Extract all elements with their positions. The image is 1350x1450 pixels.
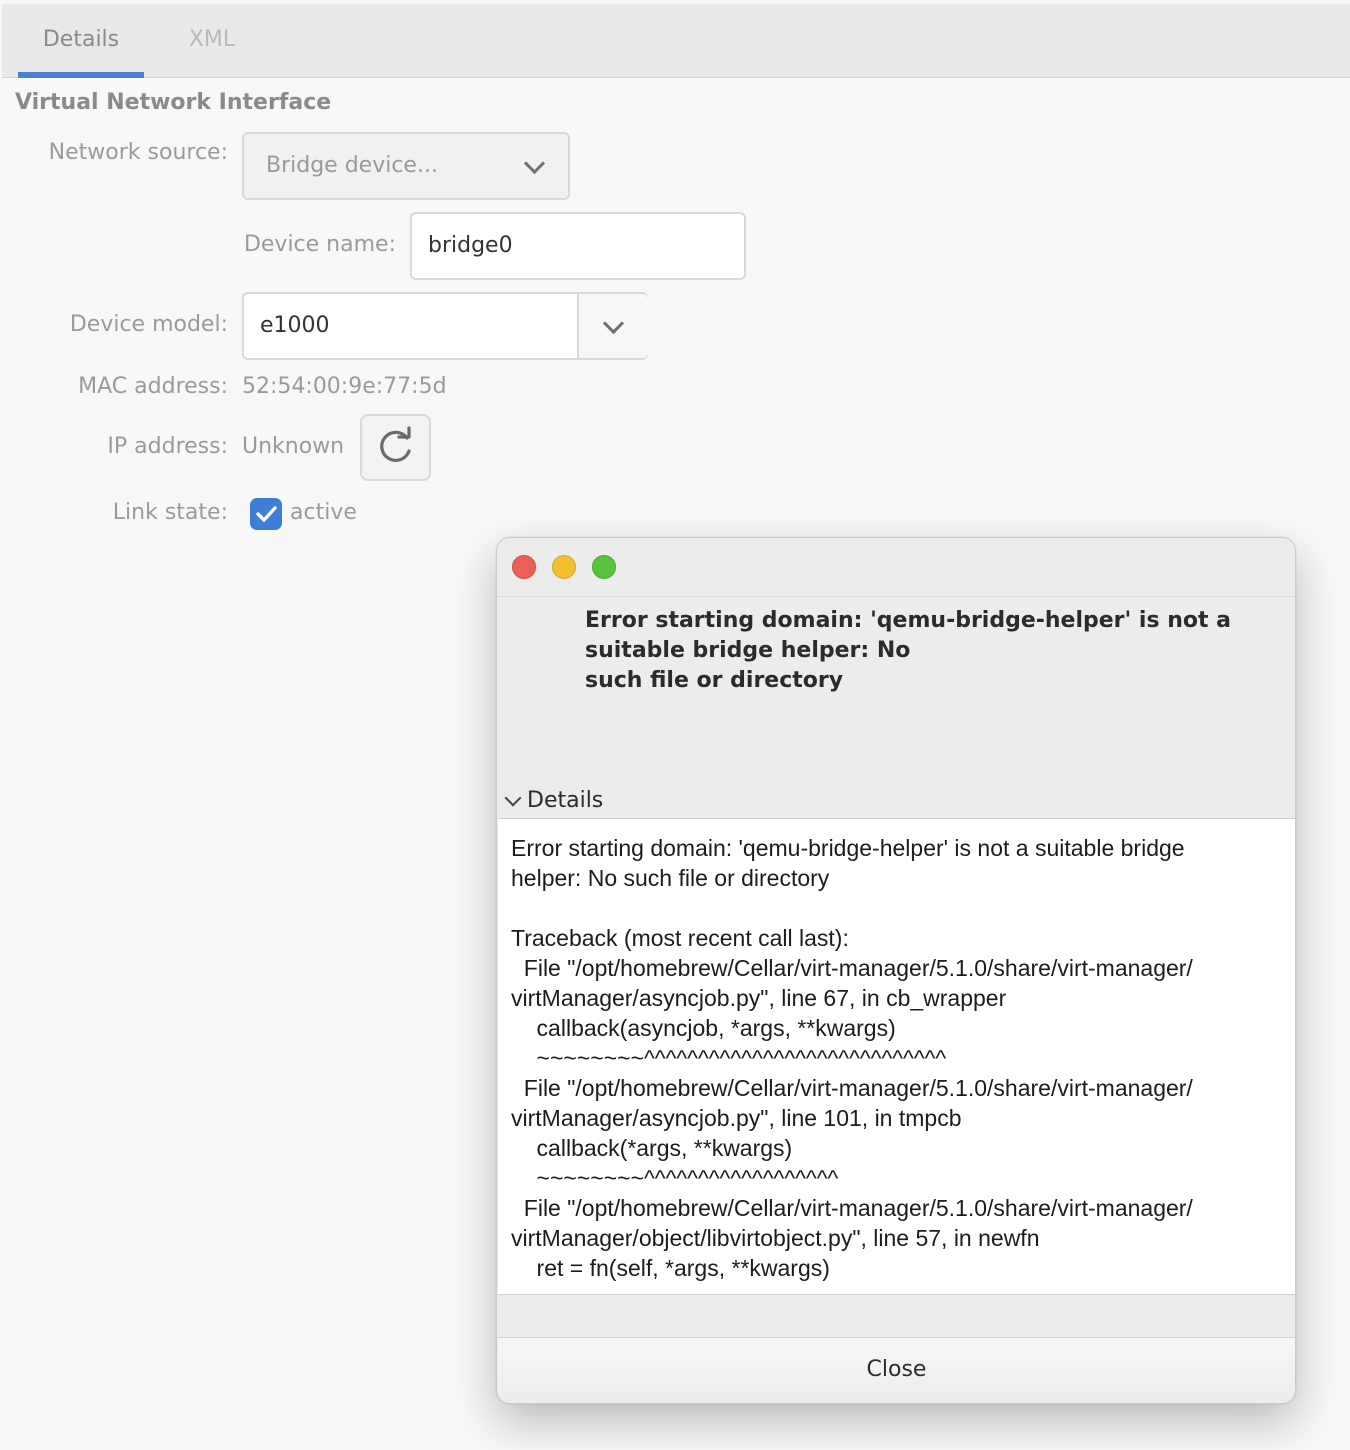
device-model-dropdown-button[interactable] bbox=[577, 294, 648, 358]
chevron-down-icon bbox=[523, 152, 546, 175]
network-source-value: Bridge device... bbox=[266, 153, 438, 178]
close-window-button[interactable] bbox=[512, 555, 536, 579]
device-name-value: bridge0 bbox=[428, 233, 513, 258]
tab-details[interactable]: Details bbox=[18, 4, 144, 77]
details-line: ~~~~~~~~^^^^^^^^^^^^^^^^^^^^^^^^^^^^ bbox=[511, 1045, 947, 1071]
link-state-value: active bbox=[290, 500, 357, 525]
error-message-line: suitable bridge helper: No bbox=[585, 638, 911, 663]
details-expander-label: Details bbox=[527, 788, 604, 813]
chevron-down-icon bbox=[602, 312, 625, 335]
details-line: virtManager/asyncjob.py", line 67, in cb… bbox=[511, 985, 1007, 1011]
device-name-field[interactable]: bridge0 bbox=[410, 212, 746, 280]
details-line bbox=[511, 893, 1281, 923]
error-message-line: such file or directory bbox=[585, 668, 844, 693]
details-line: virtManager/asyncjob.py", line 101, in t… bbox=[511, 1105, 962, 1131]
chevron-down-icon bbox=[504, 789, 522, 807]
dialog-titlebar bbox=[497, 538, 1295, 597]
details-line: File "/opt/homebrew/Cellar/virt-manager/… bbox=[511, 955, 1193, 981]
details-line: File "/opt/homebrew/Cellar/virt-manager/… bbox=[511, 1195, 1193, 1221]
details-line: Error starting domain: 'qemu-bridge-help… bbox=[511, 835, 1185, 861]
details-text-view[interactable]: Error starting domain: 'qemu-bridge-help… bbox=[498, 818, 1295, 1295]
device-name-label: Device name: bbox=[243, 232, 396, 257]
details-line: callback(asyncjob, *args, **kwargs) bbox=[511, 1015, 896, 1041]
error-dialog: Error starting domain: 'qemu-bridge-help… bbox=[496, 537, 1296, 1404]
section-title: Virtual Network Interface bbox=[15, 90, 332, 115]
tab-bar: Details XML bbox=[2, 4, 1350, 78]
mac-address-value: 52:54:00:9e:77:5d bbox=[242, 374, 447, 399]
zoom-window-button[interactable] bbox=[592, 555, 616, 579]
details-line: helper: No such file or directory bbox=[511, 865, 830, 891]
details-line: File "/opt/homebrew/Cellar/virt-manager/… bbox=[511, 1075, 1193, 1101]
details-text: Error starting domain: 'qemu-bridge-help… bbox=[511, 833, 1281, 1283]
device-model-combo[interactable]: e1000 bbox=[242, 292, 648, 360]
ip-address-label: IP address: bbox=[107, 434, 228, 459]
device-model-label: Device model: bbox=[69, 312, 228, 337]
error-message-line: Error starting domain: 'qemu-bridge-help… bbox=[585, 608, 1232, 633]
close-button[interactable]: Close bbox=[498, 1337, 1295, 1403]
mac-address-label: MAC address: bbox=[78, 374, 228, 399]
network-source-dropdown[interactable]: Bridge device... bbox=[242, 132, 570, 200]
details-expander[interactable]: Details bbox=[504, 788, 604, 813]
refresh-icon bbox=[380, 426, 411, 462]
device-model-value: e1000 bbox=[260, 313, 330, 338]
details-line: ret = fn(self, *args, **kwargs) bbox=[511, 1255, 830, 1281]
error-message: Error starting domain: 'qemu-bridge-help… bbox=[585, 606, 1235, 696]
refresh-ip-button[interactable] bbox=[360, 414, 431, 481]
details-line: ~~~~~~~~^^^^^^^^^^^^^^^^^^ bbox=[511, 1165, 839, 1191]
network-source-label: Network source: bbox=[48, 140, 228, 165]
checkmark-icon bbox=[256, 506, 277, 522]
active-tab-indicator bbox=[18, 72, 144, 78]
details-line: virtManager/object/libvirtobject.py", li… bbox=[511, 1225, 1040, 1251]
link-state-checkbox[interactable] bbox=[250, 498, 282, 530]
details-line: callback(*args, **kwargs) bbox=[511, 1135, 793, 1161]
ip-address-value: Unknown bbox=[242, 434, 345, 459]
minimize-window-button[interactable] bbox=[552, 555, 576, 579]
details-line: Traceback (most recent call last): bbox=[511, 925, 849, 951]
tab-xml[interactable]: XML bbox=[152, 4, 272, 77]
link-state-label: Link state: bbox=[112, 500, 228, 525]
